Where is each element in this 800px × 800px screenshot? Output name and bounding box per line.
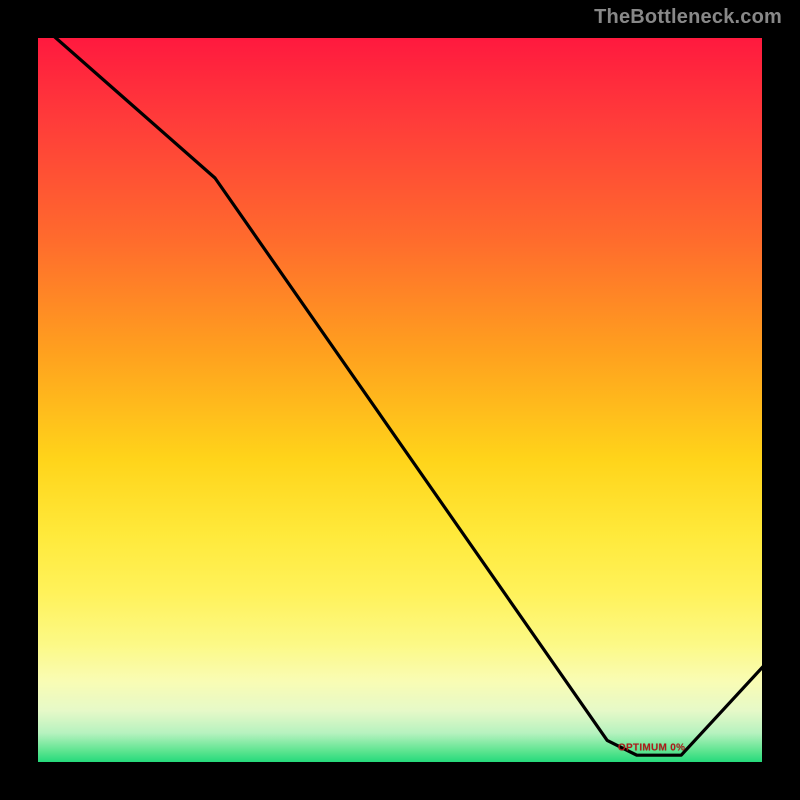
chart-root: TheBottleneck.com OPTIMUM 0%: [0, 0, 800, 800]
curve-layer: [30, 30, 770, 770]
bottleneck-curve: [30, 30, 770, 755]
optimum-marker: OPTIMUM 0%: [618, 742, 685, 753]
watermark-text: TheBottleneck.com: [594, 6, 782, 29]
plot-area: OPTIMUM 0%: [30, 30, 770, 770]
